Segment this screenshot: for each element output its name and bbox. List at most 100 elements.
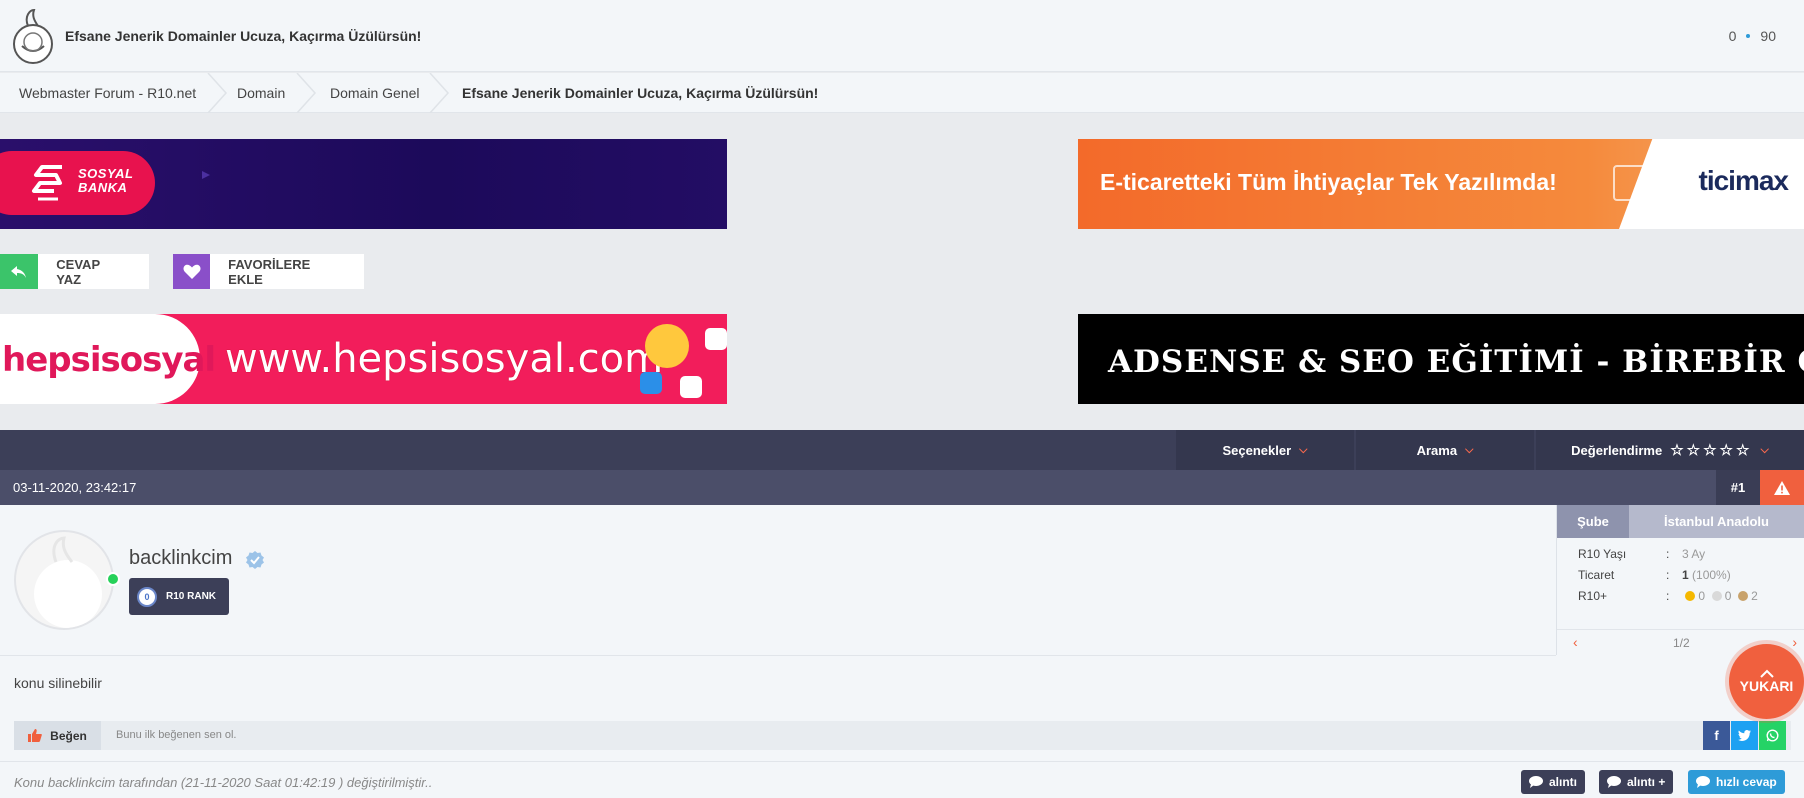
whatsapp-share-icon[interactable]: [1759, 721, 1786, 750]
like-button[interactable]: Beğen: [14, 721, 101, 750]
stat-left[interactable]: 0: [1729, 28, 1737, 44]
top-header: Efsane Jenerik Domainler Ucuza, Kaçırma …: [0, 0, 1804, 72]
gold-count: 0: [1698, 589, 1706, 603]
quick-reply-button-label: hızlı cevap: [1716, 775, 1777, 789]
thumbs-up-icon: [28, 729, 42, 742]
reply-icon: [0, 254, 39, 289]
like-bubble-icon: [705, 328, 727, 350]
search-dropdown-label: Arama: [1416, 442, 1458, 458]
twitter-share-icon[interactable]: [1731, 721, 1758, 750]
avatar[interactable]: [14, 530, 114, 630]
breadcrumb-item-domain[interactable]: Domain: [237, 85, 285, 101]
rating-dropdown[interactable]: Değerlendirme ☆☆☆☆☆ ⌵: [1536, 430, 1804, 470]
heart-eyes-emoji-icon: [645, 324, 689, 368]
thumb-bubble-icon: [640, 372, 662, 394]
hepsisosyal-url: www.hepsisosyal.com: [225, 336, 664, 382]
chevron-down-icon: ⌵: [1299, 443, 1308, 456]
gold-coin-icon: [1685, 591, 1696, 601]
user-info-box: Şube İstanbul Anadolu R10 Yaşı:3 Ay Tica…: [1556, 505, 1804, 655]
tab-branch[interactable]: Şube: [1557, 505, 1629, 538]
reply-button-label: CEVAP YAZ: [56, 256, 100, 287]
info-colon: :: [1666, 547, 1670, 561]
post-content: konu silinebilir: [14, 675, 102, 691]
scroll-to-top-label: YUKARI: [1739, 678, 1794, 694]
breadcrumb-item-domain-genel[interactable]: Domain Genel: [330, 85, 420, 101]
options-dropdown-label: Seçenekler: [1222, 442, 1292, 458]
facebook-share-icon[interactable]: f: [1703, 721, 1730, 750]
warning-icon: [1774, 480, 1790, 495]
default-avatar-icon: [34, 536, 102, 628]
heart-bubble-icon: [680, 376, 702, 398]
rank-level: 0: [137, 586, 157, 607]
stat-right[interactable]: 90: [1760, 28, 1776, 44]
trade-label: Ticaret: [1578, 568, 1615, 582]
banner-hepsisosyal[interactable]: hepsisosyal www.hepsisosyal.com: [0, 314, 727, 404]
thread-options-bar: Seçenekler ⌵ Arama ⌵ Değerlendirme ☆☆☆☆☆…: [0, 430, 1804, 470]
multi-quote-button[interactable]: alıntı +: [1599, 770, 1674, 794]
breadcrumb-separator-icon: [429, 73, 450, 113]
chevron-left-icon[interactable]: ‹: [1573, 634, 1578, 650]
r10plus-label: R10+: [1578, 589, 1608, 603]
rank-label: R10 RANK: [166, 591, 217, 602]
info-row-age: R10 Yaşı:3 Ay: [1578, 547, 1705, 561]
breadcrumb-item-current: Efsane Jenerik Domainler Ucuza, Kaçırma …: [462, 85, 819, 101]
chevron-right-icon[interactable]: ›: [1792, 634, 1797, 650]
rank-badge[interactable]: 0 R10 RANK: [129, 578, 229, 615]
sosyal-banka-text: SOSYAL BANKA: [78, 167, 134, 195]
info-row-r10plus: R10+: 0 0 2: [1578, 589, 1758, 603]
search-dropdown[interactable]: Arama ⌵: [1356, 430, 1534, 470]
post-footer-divider: [0, 761, 1804, 762]
quick-reply-button[interactable]: hızlı cevap: [1688, 770, 1785, 794]
chevron-down-icon: ⌵: [1760, 443, 1769, 456]
post-divider: [0, 655, 1556, 656]
scroll-to-top-button[interactable]: YUKARI: [1729, 644, 1804, 719]
add-favorite-button[interactable]: FAVORİLERE EKLE: [173, 254, 364, 289]
breadcrumb-separator-icon: [296, 73, 317, 113]
like-button-label: Beğen: [50, 728, 87, 743]
banner-ticimax[interactable]: E-ticaretteki Tüm İhtiyaçlar Tek Yazılım…: [1078, 139, 1804, 229]
username-link[interactable]: backlinkcim: [129, 547, 232, 570]
header-stats: 0 90: [1729, 28, 1776, 44]
bronze-count: 2: [1751, 589, 1758, 603]
rating-dropdown-label: Değerlendirme: [1571, 442, 1663, 458]
edit-note: Konu backlinkcim tarafından (21-11-2020 …: [14, 775, 433, 790]
ticimax-brand: ticimax: [1698, 165, 1789, 196]
trade-percent: (100%): [1692, 568, 1731, 582]
like-info-text: Bunu ilk beğenen sen ol.: [116, 729, 237, 741]
trade-value[interactable]: 1: [1682, 568, 1689, 582]
adsense-seo-text: ADSENSE & SEO EĞİTİMİ - BİREBİR ONLİNE!: [1108, 344, 1804, 380]
options-dropdown[interactable]: Seçenekler ⌵: [1176, 430, 1354, 470]
chevron-up-icon: [1759, 669, 1774, 678]
breadcrumb: Webmaster Forum - R10.net Domain Domain …: [0, 73, 1804, 113]
report-button[interactable]: [1760, 470, 1804, 505]
stat-separator-dot: [1746, 34, 1751, 38]
sosyal-banka-line1: SOSYAL: [78, 166, 134, 181]
silver-count: 0: [1724, 589, 1732, 603]
quote-button-label: alıntı: [1549, 775, 1578, 789]
rating-stars-icon[interactable]: ☆☆☆☆☆: [1670, 441, 1752, 459]
triangle-decoration-icon: [202, 171, 210, 179]
age-value: 3 Ay: [1682, 547, 1706, 561]
multi-quote-button-label: alıntı +: [1627, 775, 1666, 789]
breadcrumb-item-forum[interactable]: Webmaster Forum - R10.net: [19, 85, 196, 101]
info-row-trade: Ticaret:1 (100%): [1578, 568, 1731, 582]
chevron-down-icon: ⌵: [1465, 443, 1474, 456]
post-body: backlinkcim 0 R10 RANK Şube İstanbul Ana…: [0, 505, 1804, 798]
site-logo-icon[interactable]: [10, 8, 56, 64]
info-page-indicator: 1/2: [1673, 636, 1690, 650]
banner-adsense-seo[interactable]: ADSENSE & SEO EĞİTİMİ - BİREBİR ONLİNE!: [1078, 314, 1804, 404]
hepsisosyal-logo: hepsisosyal: [2, 340, 216, 380]
quote-button[interactable]: alıntı: [1521, 770, 1586, 794]
breadcrumb-separator-icon: [207, 73, 228, 113]
tab-location[interactable]: İstanbul Anadolu: [1629, 505, 1804, 538]
banner-sosyal-banka[interactable]: SOSYAL BANKA: [0, 139, 727, 229]
ticimax-slogan: E-ticaretteki Tüm İhtiyaçlar Tek Yazılım…: [1100, 169, 1557, 195]
reply-button[interactable]: CEVAP YAZ: [0, 254, 149, 289]
silver-coin-icon: [1711, 591, 1722, 601]
online-status-indicator: [106, 572, 120, 586]
sosyal-banka-line2: BANKA: [78, 180, 128, 195]
add-favorite-label: FAVORİLERE EKLE: [228, 256, 311, 287]
bronze-coin-icon: [1738, 591, 1749, 601]
sosyal-banka-logo-icon: [32, 165, 62, 201]
post-number-link[interactable]: #1: [1716, 470, 1760, 505]
